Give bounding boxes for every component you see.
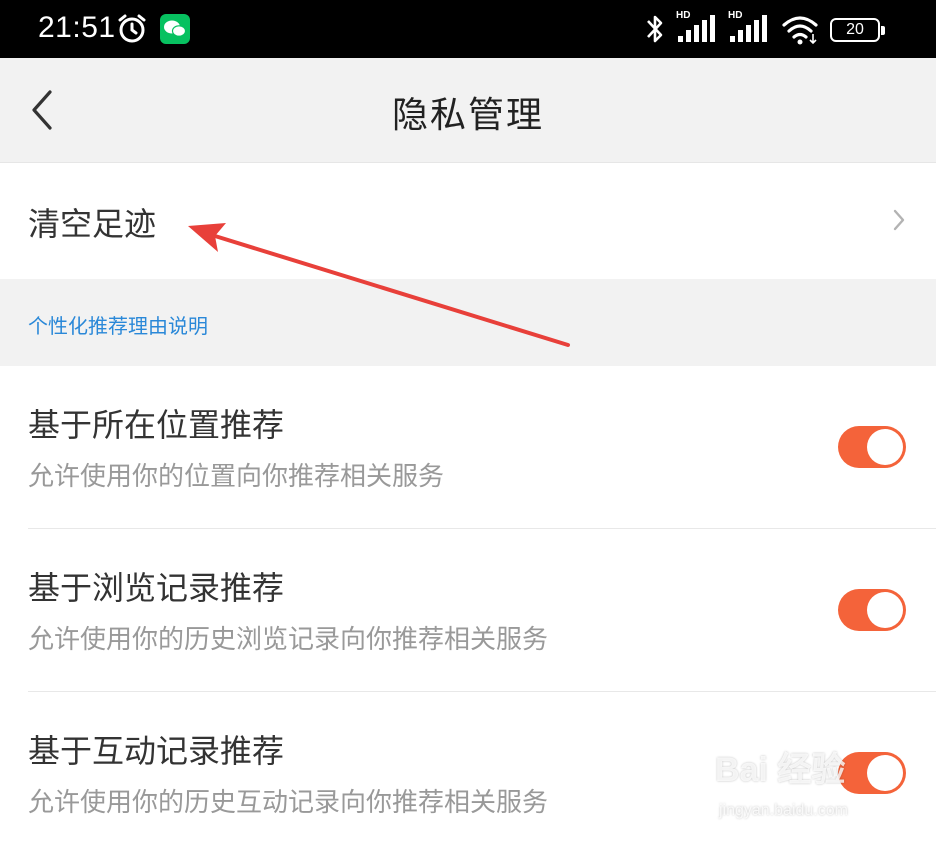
setting-description: 允许使用你的历史浏览记录向你推荐相关服务 xyxy=(28,625,549,655)
setting-title: 基于互动记录推荐 xyxy=(28,732,285,770)
setting-location-recommend: 基于所在位置推荐 允许使用你的位置向你推荐相关服务 xyxy=(0,366,936,529)
alarm-clock-icon xyxy=(116,13,148,49)
battery-icon: 20 xyxy=(830,18,885,42)
page-title: 隐私管理 xyxy=(391,95,544,136)
setting-browsing-recommend: 基于浏览记录推荐 允许使用你的历史浏览记录向你推荐相关服务 xyxy=(0,529,936,692)
status-time: 21:51 xyxy=(38,11,116,44)
clear-history-label: 清空足迹 xyxy=(28,205,157,243)
section-header: 个性化推荐理由说明 xyxy=(0,280,936,366)
recommendation-reason-link[interactable]: 个性化推荐理由说明 xyxy=(28,310,208,339)
location-recommend-toggle[interactable] xyxy=(838,426,906,468)
watermark-brand: Bai 经验 xyxy=(715,751,846,789)
bluetooth-icon xyxy=(644,12,666,50)
chevron-right-icon xyxy=(892,208,906,236)
baidu-jingyan-watermark: Bai 经验 jingyan.baidu.com xyxy=(715,742,915,832)
battery-level: 20 xyxy=(846,21,864,38)
clear-history-row[interactable]: 清空足迹 xyxy=(0,163,936,279)
wechat-notification-icon xyxy=(160,14,190,44)
cellular-signal-icon: HD xyxy=(728,10,772,50)
setting-description: 允许使用你的位置向你推荐相关服务 xyxy=(28,462,445,492)
setting-title: 基于所在位置推荐 xyxy=(28,406,285,444)
cellular-signal-icon: HD xyxy=(676,10,720,50)
setting-title: 基于浏览记录推荐 xyxy=(28,569,285,607)
browsing-recommend-toggle[interactable] xyxy=(838,589,906,631)
status-bar: 21:51 HD HD 20 xyxy=(0,0,936,58)
watermark-url: jingyan.baidu.com xyxy=(719,802,848,819)
setting-description: 允许使用你的历史互动记录向你推荐相关服务 xyxy=(28,788,549,818)
app-header: 隐私管理 xyxy=(0,58,936,163)
wifi-icon xyxy=(782,14,820,50)
